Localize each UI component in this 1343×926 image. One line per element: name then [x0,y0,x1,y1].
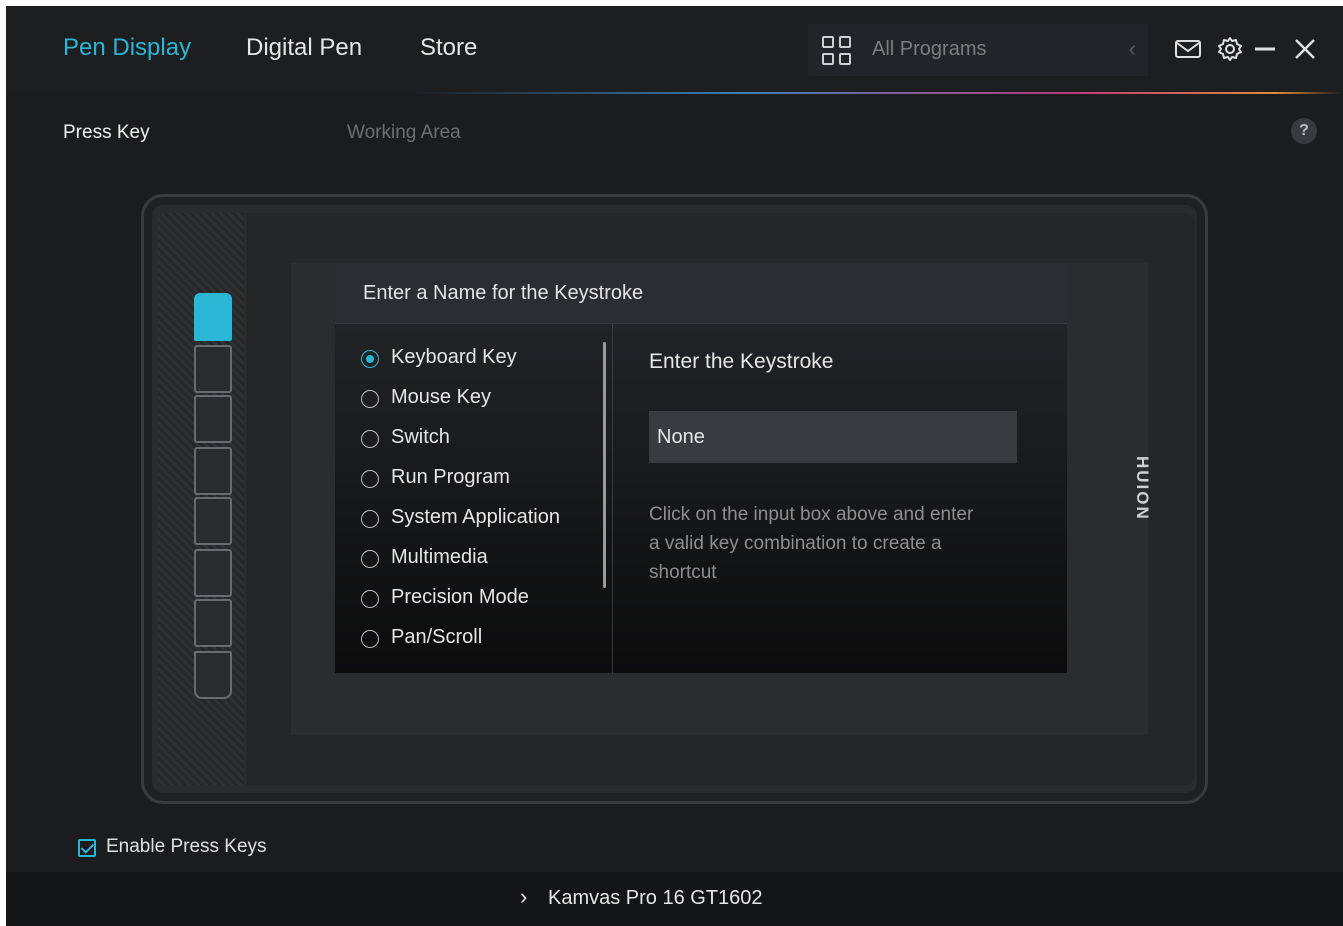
press-key-strip [158,213,244,785]
press-key-1[interactable] [194,293,232,341]
brand-logo: HUION [1133,456,1152,521]
radio[interactable] [361,630,379,648]
option-label: System Application [391,506,560,528]
subtab-press-key[interactable]: Press Key [63,122,150,144]
program-selector-label: All Programs [872,38,987,60]
subtab-working-area[interactable]: Working Area [347,122,461,144]
grid-icon [822,36,852,66]
checkbox-checked[interactable] [78,839,96,857]
app-window: Pen Display Digital Pen Store All Progra… [6,6,1343,926]
mail-icon[interactable] [1174,38,1202,60]
press-key-4[interactable] [194,447,232,495]
radio[interactable] [361,470,379,488]
radio[interactable] [361,510,379,528]
enable-press-keys-label: Enable Press Keys [106,836,267,857]
press-key-5[interactable] [194,497,232,545]
tab-store[interactable]: Store [420,34,477,62]
tab-pen-display[interactable]: Pen Display [63,34,191,62]
option-label: Pan/Scroll [391,626,483,648]
gear-icon[interactable] [1217,36,1243,62]
header-divider [6,92,1343,94]
press-key-7[interactable] [194,599,232,647]
keystroke-hint: Click on the input box above and enter a… [649,504,974,583]
keystroke-name-title[interactable]: Enter a Name for the Keystroke [363,282,643,305]
option-label: Keyboard Key [391,346,517,368]
radio[interactable] [361,590,379,608]
top-bar: Pen Display Digital Pen Store All Progra… [6,6,1343,92]
program-selector[interactable]: All Programs ‹ [808,24,1148,76]
help-icon[interactable]: ? [1291,118,1317,144]
device-footer: › Kamvas Pro 16 GT1602 [6,872,1343,926]
option-label: Mouse Key [391,386,492,408]
chevron-right-icon[interactable]: › [520,884,527,910]
press-key-3[interactable] [194,395,232,443]
radio[interactable] [361,550,379,568]
minimize-icon[interactable] [1252,36,1278,62]
option-label: Multimedia [391,546,488,568]
chevron-left-icon[interactable]: ‹ [1129,36,1136,62]
press-key-8[interactable] [194,651,232,699]
radio[interactable] [361,390,379,408]
radio-selected[interactable] [361,350,379,368]
press-key-6[interactable] [194,549,232,597]
radio[interactable] [361,430,379,448]
tab-digital-pen[interactable]: Digital Pen [246,34,362,62]
keystroke-title: Enter the Keystroke [649,350,834,373]
options-scrollbar[interactable] [603,342,606,588]
option-label: Switch [391,426,450,448]
dialog-divider [612,324,613,673]
option-label: Run Program [391,466,510,488]
option-label: Precision Mode [391,586,529,608]
dialog-header[interactable]: Enter a Name for the Keystroke [335,264,1067,324]
press-key-2[interactable] [194,345,232,393]
device-name[interactable]: Kamvas Pro 16 GT1602 [548,887,763,910]
keystroke-input[interactable] [649,411,1017,463]
close-icon[interactable] [1292,36,1318,62]
keystroke-dialog: Enter a Name for the Keystroke Keyboard … [335,264,1067,673]
